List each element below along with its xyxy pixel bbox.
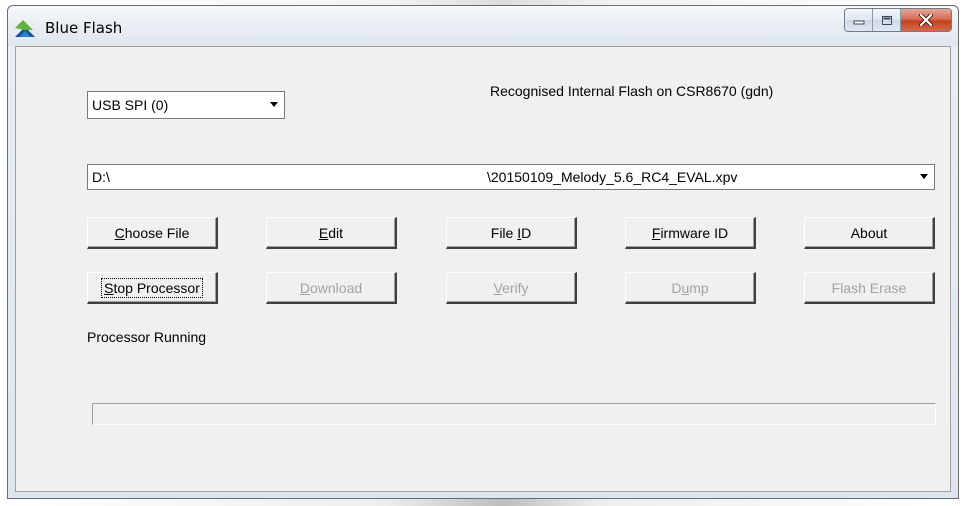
choose-file-button[interactable]: Choose File	[87, 217, 218, 249]
maximize-button[interactable]	[873, 9, 901, 31]
firmware-id-button[interactable]: Firmware ID	[625, 217, 756, 249]
stop-processor-button[interactable]: Stop Processor	[87, 272, 218, 304]
file-path-select[interactable]: D:\ \20150109_Melody_5.6_RC4_EVAL.xpv	[87, 164, 935, 190]
port-select[interactable]: USB SPI (0)	[87, 91, 285, 119]
file-id-button[interactable]: File ID	[446, 217, 577, 249]
port-select-dropdown-button[interactable]	[265, 93, 283, 117]
chevron-down-icon	[920, 174, 928, 179]
port-select-value: USB SPI (0)	[92, 97, 169, 113]
flash-status-label: Recognised Internal Flash on CSR8670 (gd…	[490, 83, 774, 99]
edit-button[interactable]: Edit	[266, 217, 397, 249]
window-controls	[844, 8, 952, 32]
app-icon	[15, 20, 35, 37]
minimize-button[interactable]	[845, 9, 873, 31]
dump-button[interactable]: Dump	[625, 272, 756, 304]
processor-status-label: Processor Running	[87, 329, 207, 345]
blue-flash-window: Blue Flash USB SPI (0) Recognised Intern…	[7, 5, 959, 499]
progress-bar	[92, 403, 936, 425]
file-path-dropdown-button[interactable]	[915, 166, 933, 188]
chevron-down-icon	[270, 102, 278, 107]
minimize-icon	[853, 20, 864, 25]
file-path-drive: D:\	[92, 169, 110, 185]
flash-erase-button[interactable]: Flash Erase	[804, 272, 935, 304]
window-title: Blue Flash	[45, 19, 123, 37]
client-area: USB SPI (0) Recognised Internal Flash on…	[15, 46, 951, 492]
file-path-filename: \20150109_Melody_5.6_RC4_EVAL.xpv	[487, 169, 738, 185]
close-icon	[919, 14, 933, 26]
verify-button[interactable]: Verify	[446, 272, 577, 304]
focus-rectangle: Stop Processor	[101, 277, 203, 298]
title-bar[interactable]: Blue Flash	[8, 6, 958, 46]
desktop-background-bottom	[0, 499, 966, 506]
maximize-icon	[881, 15, 892, 25]
download-button[interactable]: Download	[266, 272, 397, 304]
about-button[interactable]: About	[804, 217, 935, 249]
close-button[interactable]	[901, 9, 951, 31]
